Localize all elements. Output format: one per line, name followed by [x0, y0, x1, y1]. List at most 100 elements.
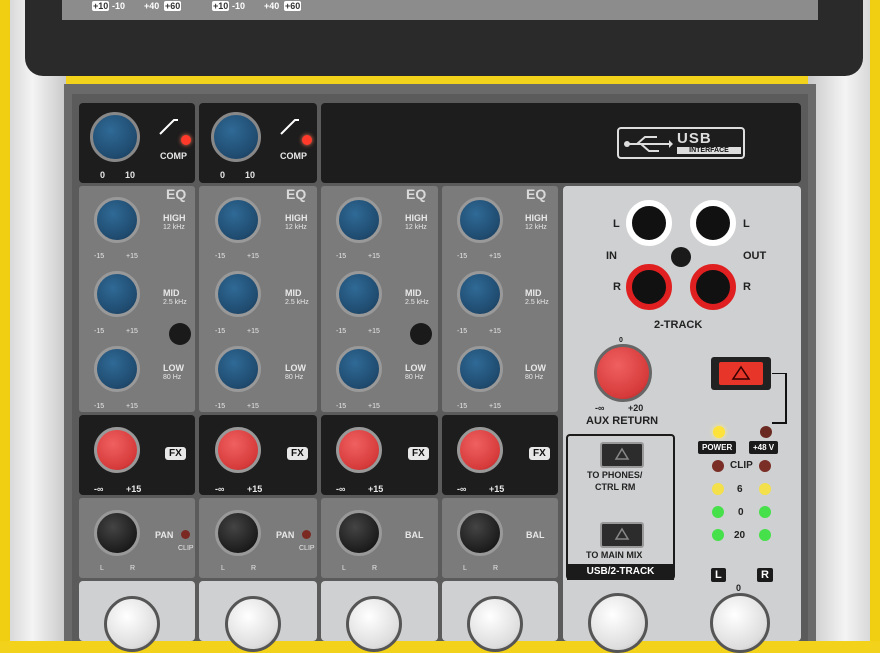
phones-level-knob[interactable]: [588, 593, 648, 653]
ch2-eq-high-knob[interactable]: [215, 197, 261, 243]
ch2-comp-min: 0: [220, 170, 226, 180]
to-main-mix-button[interactable]: [600, 522, 644, 548]
aux-return-label: AUX RETURN: [586, 415, 659, 427]
ch4-eq-low-knob[interactable]: [457, 346, 503, 392]
ch3-bal-knob[interactable]: [336, 510, 382, 556]
ch1-mid-label: MID: [163, 288, 180, 298]
ch2-eq-header: EQ: [286, 186, 307, 202]
power-switch[interactable]: [711, 357, 771, 390]
ch3-low-min: -15: [336, 403, 347, 410]
aux-return-center: 0: [619, 337, 623, 344]
in-label: IN: [606, 250, 617, 262]
ch1-scale-plus60: +60: [164, 1, 182, 11]
ch2-fx-label: FX: [287, 447, 308, 460]
ch3-fx-max: +15: [368, 484, 384, 494]
ch2-pan-knob[interactable]: [215, 510, 261, 556]
right-side-cheek: [808, 0, 870, 641]
usb-symbol-icon: [624, 136, 673, 152]
meter-6-label: 6: [737, 484, 743, 495]
ch2-eq-mid-knob[interactable]: [215, 271, 261, 317]
ch2-pan-label: PAN: [276, 530, 295, 540]
ch3-low-label: LOW: [405, 363, 426, 373]
aux-return-knob[interactable]: [594, 344, 652, 402]
ch1-clip-led: [181, 530, 190, 539]
ch3-eq-high-knob[interactable]: [336, 197, 382, 243]
ch3-mid-label: MID: [405, 288, 422, 298]
ch1-comp-knob[interactable]: [90, 112, 140, 162]
ch1-mid-max: +15: [126, 328, 138, 335]
ch4-bal-knob[interactable]: [457, 510, 503, 556]
ch2-mid-max: +15: [247, 328, 259, 335]
ch3-level-knob[interactable]: [346, 596, 402, 652]
ch1-comp-min: 0: [100, 170, 106, 180]
ch1-low-min: -15: [94, 403, 105, 410]
main-level-knob[interactable]: [710, 593, 770, 653]
to-phones-button[interactable]: [600, 442, 644, 468]
ch2-compressor-curve-icon: [280, 119, 299, 135]
ch4-level-knob[interactable]: [467, 596, 523, 652]
ch2-clip-label: CLIP: [299, 545, 315, 552]
ch4-eq-high-knob[interactable]: [457, 197, 503, 243]
panel-screw-left: [169, 323, 191, 345]
ch4-mid-max: +15: [489, 328, 501, 335]
meter-20-label: 20: [734, 530, 746, 541]
ch1-comp-label: COMP: [160, 151, 187, 161]
meter-clip-r-led: [759, 460, 771, 472]
ch3-low-freq: 80 Hz: [405, 374, 424, 381]
ch1-high-min: -15: [94, 253, 105, 260]
ch1-mid-freq: 2.5 kHz: [163, 299, 187, 306]
ch3-low-max: +15: [368, 403, 380, 410]
ch3-mid-min: -15: [336, 328, 347, 335]
ch1-compressor-curve-icon: [159, 119, 178, 135]
ch4-eq-mid-knob[interactable]: [457, 271, 503, 317]
ch1-fx-knob[interactable]: [94, 427, 140, 473]
ch4-fx-label: FX: [529, 447, 550, 460]
ch4-mid-label: MID: [525, 288, 542, 298]
phantom-label: +48 V: [749, 441, 779, 454]
in-l-jack[interactable]: [626, 200, 672, 246]
ch3-fx-knob[interactable]: [336, 427, 382, 473]
ch4-low-max: +15: [489, 403, 501, 410]
ch3-eq-mid-knob[interactable]: [336, 271, 382, 317]
power-led: [713, 426, 725, 438]
ch4-eq-header: EQ: [526, 186, 547, 202]
out-r-jack[interactable]: [690, 264, 736, 310]
ch1-scale-plus10: +10: [92, 1, 110, 11]
ch1-scale-plus40: +40: [144, 1, 160, 11]
ch1-pan-label: PAN: [155, 530, 174, 540]
ch1-eq-mid-knob[interactable]: [94, 271, 140, 317]
ch2-clip-led: [302, 530, 311, 539]
ch1-fx-label: FX: [165, 447, 186, 460]
main-level-center: 0: [736, 583, 742, 593]
mixer-frame: +10 -10 +40 +60 +10 -10 +40 +60 0 10 0 1…: [0, 0, 880, 653]
ch2-level-knob[interactable]: [225, 596, 281, 652]
ch1-clip-label: CLIP: [178, 545, 194, 552]
ch3-eq-low-knob[interactable]: [336, 346, 382, 392]
ch4-bal-left: L: [463, 565, 467, 572]
ch2-fx-knob[interactable]: [215, 427, 261, 473]
out-l-jack[interactable]: [690, 200, 736, 246]
ch2-pan-right: R: [251, 565, 257, 572]
usb-logo: USB INTERFACE: [617, 127, 745, 159]
ch1-pan-knob[interactable]: [94, 510, 140, 556]
ch1-eq-low-knob[interactable]: [94, 346, 140, 392]
ch1-eq-high-knob[interactable]: [94, 197, 140, 243]
meter-0-label: 0: [738, 507, 744, 518]
to-phones-label: TO PHONES/: [587, 470, 643, 480]
ch1-eq-header: EQ: [166, 186, 187, 202]
jack-screw: [671, 247, 691, 267]
ch4-fx-knob[interactable]: [457, 427, 503, 473]
ch1-comp-led: [181, 135, 191, 145]
ch2-comp-knob[interactable]: [211, 112, 261, 162]
ch3-high-max: +15: [368, 253, 380, 260]
usb-logo-text: USB: [677, 130, 712, 147]
usb-interface-text: INTERFACE: [677, 147, 741, 154]
ch2-low-freq: 80 Hz: [285, 374, 304, 381]
ch2-low-max: +15: [247, 403, 259, 410]
ch1-level-knob[interactable]: [104, 596, 160, 652]
ch2-comp-led: [302, 135, 312, 145]
ch2-mid-label: MID: [285, 288, 302, 298]
ch2-eq-low-knob[interactable]: [215, 346, 261, 392]
in-r-jack[interactable]: [626, 264, 672, 310]
ch2-pan-left: L: [221, 565, 225, 572]
